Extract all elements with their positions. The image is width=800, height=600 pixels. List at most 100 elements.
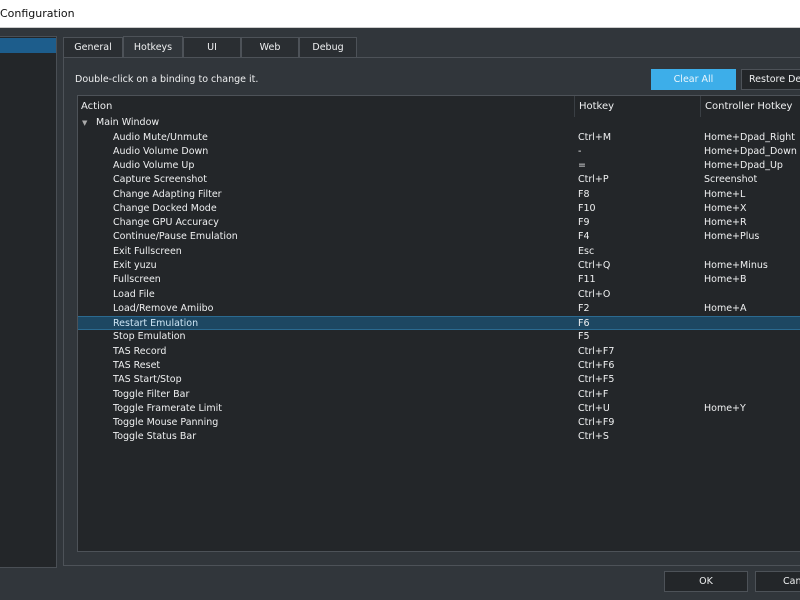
header-hotkey[interactable]: Hotkey xyxy=(575,96,701,117)
cell-hotkey[interactable]: Ctrl+Q xyxy=(578,260,610,271)
cell-controller[interactable]: Home+A xyxy=(704,303,747,314)
cell-hotkey[interactable]: Ctrl+S xyxy=(578,431,609,442)
table-row[interactable]: Toggle Framerate Limit Ctrl+U Home+Y xyxy=(78,402,800,416)
cell-action[interactable]: Toggle Filter Bar xyxy=(113,389,189,400)
cell-hotkey[interactable]: F11 xyxy=(578,274,596,285)
cell-action[interactable]: TAS Record xyxy=(113,346,166,357)
cell-action[interactable]: Load File xyxy=(113,289,155,300)
table-row[interactable]: Audio Volume Down - Home+Dpad_Down xyxy=(78,145,800,159)
cell-action[interactable]: TAS Start/Stop xyxy=(113,374,182,385)
cell-action[interactable]: Capture Screenshot xyxy=(113,174,207,185)
table-row[interactable]: Restart Emulation F6 xyxy=(78,316,800,331)
table-row[interactable]: Change GPU Accuracy F9 Home+R xyxy=(78,216,800,230)
table-row[interactable]: Toggle Filter Bar Ctrl+F xyxy=(78,388,800,402)
cell-hotkey[interactable]: F9 xyxy=(578,217,590,228)
cell-controller[interactable]: Home+Minus xyxy=(704,260,768,271)
hint-text: Double-click on a binding to change it. xyxy=(75,74,259,85)
table-row[interactable]: TAS Record Ctrl+F7 xyxy=(78,345,800,359)
cell-hotkey[interactable]: Ctrl+F9 xyxy=(578,417,614,428)
tab-bar: General Hotkeys UI Web Debug xyxy=(63,36,357,57)
cell-hotkey[interactable]: Ctrl+F5 xyxy=(578,374,614,385)
restore-defaults-button[interactable]: Restore Defaults xyxy=(741,69,800,90)
cell-action[interactable]: Load/Remove Amiibo xyxy=(113,303,213,314)
cell-hotkey[interactable]: Ctrl+F xyxy=(578,389,608,400)
cell-action[interactable]: TAS Reset xyxy=(113,360,160,371)
cell-hotkey[interactable]: - xyxy=(578,146,581,157)
table-row[interactable]: Toggle Status Bar Ctrl+S xyxy=(78,430,800,444)
cell-action[interactable]: Toggle Mouse Panning xyxy=(113,417,218,428)
cell-action[interactable]: Change GPU Accuracy xyxy=(113,217,219,228)
cell-hotkey[interactable]: Ctrl+P xyxy=(578,174,609,185)
ok-button[interactable]: OK xyxy=(664,571,748,592)
clear-all-button[interactable]: Clear All xyxy=(651,69,736,90)
tab-debug[interactable]: Debug xyxy=(299,37,357,57)
table-row[interactable]: Load File Ctrl+O xyxy=(78,288,800,302)
cell-action[interactable]: Audio Mute/Unmute xyxy=(113,132,208,143)
header-controller-hotkey[interactable]: Controller Hotkey xyxy=(701,96,800,117)
tab-general[interactable]: General xyxy=(63,37,123,57)
window-title: Configuration xyxy=(0,7,75,20)
cell-controller[interactable]: Home+B xyxy=(704,274,747,285)
table-row[interactable]: TAS Reset Ctrl+F6 xyxy=(78,359,800,373)
cell-controller[interactable]: Home+Plus xyxy=(704,231,759,242)
cell-action[interactable]: Stop Emulation xyxy=(113,331,186,342)
tab-hotkeys[interactable]: Hotkeys xyxy=(123,36,183,57)
cell-action[interactable]: Continue/Pause Emulation xyxy=(113,231,238,242)
cell-hotkey[interactable]: F6 xyxy=(578,318,590,329)
cell-controller[interactable]: Home+Dpad_Down xyxy=(704,146,797,157)
cell-controller[interactable]: Home+Y xyxy=(704,403,746,414)
cell-hotkey[interactable]: F8 xyxy=(578,189,590,200)
cell-controller[interactable]: Home+R xyxy=(704,217,747,228)
cell-action[interactable]: Change Adapting Filter xyxy=(113,189,222,200)
cell-controller[interactable]: Home+Dpad_Right xyxy=(704,132,795,143)
table-row[interactable]: Toggle Mouse Panning Ctrl+F9 xyxy=(78,416,800,430)
cell-action[interactable]: Exit yuzu xyxy=(113,260,157,271)
table-row[interactable]: Capture Screenshot Ctrl+P Screenshot xyxy=(78,173,800,187)
table-row[interactable]: Fullscreen F11 Home+B xyxy=(78,273,800,287)
table-row[interactable]: Load/Remove Amiibo F2 Home+A xyxy=(78,302,800,316)
cell-action[interactable]: Exit Fullscreen xyxy=(113,246,182,257)
cell-controller[interactable]: Home+L xyxy=(704,189,745,200)
cell-hotkey[interactable]: Ctrl+F7 xyxy=(578,346,614,357)
cell-controller[interactable]: Home+Dpad_Up xyxy=(704,160,783,171)
table-row[interactable]: Stop Emulation F5 xyxy=(78,330,800,344)
table-row[interactable]: Exit yuzu Ctrl+Q Home+Minus xyxy=(78,259,800,273)
tree-group-main-window[interactable]: ▼ Main Window xyxy=(78,116,800,130)
cell-hotkey[interactable]: Ctrl+F6 xyxy=(578,360,614,371)
table-row[interactable]: Audio Volume Up = Home+Dpad_Up xyxy=(78,159,800,173)
table-row[interactable]: Exit Fullscreen Esc xyxy=(78,245,800,259)
cell-hotkey[interactable]: Esc xyxy=(578,246,594,257)
cell-hotkey[interactable]: Ctrl+O xyxy=(578,289,610,300)
table-row[interactable]: Continue/Pause Emulation F4 Home+Plus xyxy=(78,230,800,244)
category-item-selected[interactable] xyxy=(0,38,56,53)
cell-action[interactable]: Change Docked Mode xyxy=(113,203,217,214)
table-row[interactable]: Change Docked Mode F10 Home+X xyxy=(78,202,800,216)
cell-controller[interactable]: Screenshot xyxy=(704,174,757,185)
cell-action[interactable]: Toggle Framerate Limit xyxy=(113,403,222,414)
expand-arrow-icon[interactable]: ▼ xyxy=(82,119,87,127)
table-row[interactable]: Change Adapting Filter F8 Home+L xyxy=(78,188,800,202)
table-row[interactable]: TAS Start/Stop Ctrl+F5 xyxy=(78,373,800,387)
table-row[interactable]: Audio Mute/Unmute Ctrl+M Home+Dpad_Right xyxy=(78,131,800,145)
title-bar: Configuration xyxy=(0,0,800,28)
group-label: Main Window xyxy=(96,117,160,128)
cell-hotkey[interactable]: = xyxy=(578,160,586,171)
cell-controller[interactable]: Home+X xyxy=(704,203,747,214)
cell-action[interactable]: Toggle Status Bar xyxy=(113,431,196,442)
cell-hotkey[interactable]: F4 xyxy=(578,231,590,242)
cell-hotkey[interactable]: F10 xyxy=(578,203,596,214)
cell-hotkey[interactable]: F5 xyxy=(578,331,590,342)
header-action[interactable]: Action xyxy=(78,96,575,117)
cell-action[interactable]: Fullscreen xyxy=(113,274,161,285)
category-list[interactable] xyxy=(0,36,57,568)
tab-ui[interactable]: UI xyxy=(183,37,241,57)
cell-hotkey[interactable]: F2 xyxy=(578,303,590,314)
cell-action[interactable]: Audio Volume Up xyxy=(113,160,194,171)
hotkey-table[interactable]: Action Hotkey Controller Hotkey ▼ Main W… xyxy=(77,95,800,552)
cancel-button[interactable]: Cancel xyxy=(755,571,800,592)
tab-web[interactable]: Web xyxy=(241,37,299,57)
cell-hotkey[interactable]: Ctrl+M xyxy=(578,132,611,143)
cell-action[interactable]: Restart Emulation xyxy=(113,318,198,329)
cell-action[interactable]: Audio Volume Down xyxy=(113,146,208,157)
cell-hotkey[interactable]: Ctrl+U xyxy=(578,403,610,414)
